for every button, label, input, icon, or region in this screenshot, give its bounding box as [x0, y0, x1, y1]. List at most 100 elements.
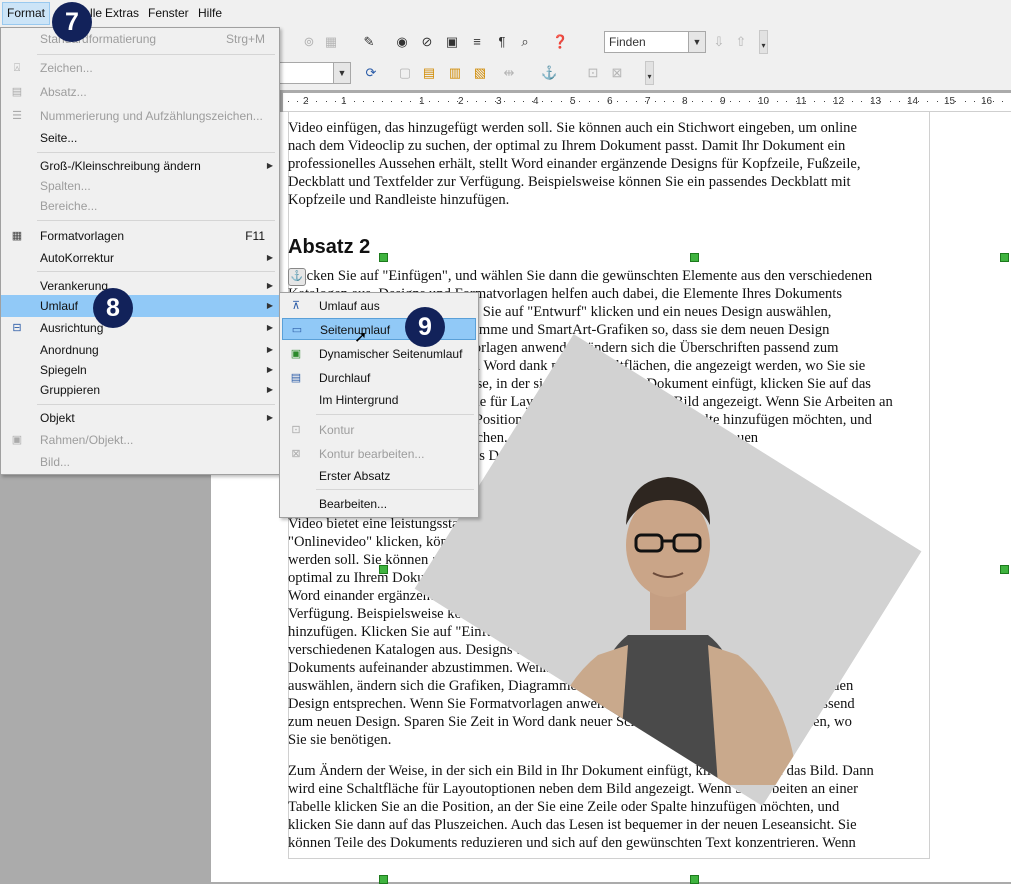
- align-icon: ⊟: [12, 322, 22, 334]
- ruler-dot: [363, 101, 364, 102]
- text-line: Zum Ändern der Weise, in der sich ein Bi…: [288, 763, 874, 779]
- menu-item-umlauf-aus[interactable]: ⊼ Umlauf aus: [280, 295, 478, 317]
- paragraph-1[interactable]: Video einfügen, das hinzugefügt werden s…: [288, 119, 933, 209]
- menu-item-dynamischer-seitenumlauf[interactable]: ▣ Dynamischer Seitenumlauf: [280, 343, 478, 365]
- menu-item-durchlauf[interactable]: ▤ Durchlauf: [280, 367, 478, 389]
- menu-item-zeichen[interactable]: ⍓ Zeichen...: [1, 57, 279, 79]
- bring-forward-icon[interactable]: ▤: [421, 65, 437, 81]
- binoculars-icon[interactable]: ◉: [394, 34, 410, 50]
- menu-item-im-hintergrund[interactable]: Im Hintergrund: [280, 389, 478, 411]
- formatting-marks-icon[interactable]: ¶: [494, 34, 510, 50]
- ruler-dot: [965, 101, 966, 102]
- menu-format[interactable]: Format: [2, 2, 51, 25]
- menu-fenster[interactable]: Fenster: [148, 6, 189, 20]
- contour-icon[interactable]: ⊡: [585, 65, 601, 81]
- find-input[interactable]: Finden: [609, 35, 646, 49]
- arrow-up-icon[interactable]: ⇧: [733, 34, 749, 50]
- ruler-dot: [551, 101, 552, 102]
- submenu-arrow-icon: ▶: [266, 253, 273, 262]
- menu-item-autokorrektur[interactable]: AutoKorrektur ▶: [1, 247, 279, 269]
- database-icon[interactable]: ≡: [469, 34, 485, 50]
- selection-handle[interactable]: [690, 875, 699, 884]
- link-frames-icon[interactable]: ⇹: [501, 65, 517, 81]
- toolbar-overflow-icon[interactable]: ▾: [759, 30, 768, 54]
- text-line: wird eine Schaltfläche für Layoutoptione…: [288, 781, 858, 797]
- help-icon[interactable]: ❓: [552, 34, 568, 50]
- edit-contour-icon[interactable]: ⊠: [609, 65, 625, 81]
- submenu-arrow-icon: ▶: [266, 281, 273, 290]
- ruler-dot: [692, 101, 693, 102]
- ruler-dot: [429, 101, 430, 102]
- wrap-icon[interactable]: ⟳: [363, 65, 379, 81]
- frame-icon: ▣: [11, 434, 23, 446]
- ruler-dot: [1002, 101, 1003, 102]
- menu-item-ausrichtung[interactable]: ⊟ Ausrichtung ▶: [1, 317, 279, 339]
- menu-item-erster-absatz[interactable]: Erster Absatz: [280, 465, 478, 487]
- selection-handle[interactable]: [1000, 565, 1009, 574]
- horizontal-ruler[interactable]: 2112345678910111213141516: [283, 93, 1011, 112]
- selection-handle[interactable]: [690, 253, 699, 262]
- ruler-dot: [335, 101, 336, 102]
- chevron-down-icon[interactable]: ▼: [333, 63, 350, 83]
- menu-item-anordnung[interactable]: Anordnung ▶: [1, 339, 279, 361]
- menu-item-kontur-bearbeiten[interactable]: ⊠ Kontur bearbeiten...: [280, 443, 478, 465]
- ruler-dot: [410, 101, 411, 102]
- hyperlink-icon[interactable]: ⊚: [301, 34, 317, 50]
- selection-handle[interactable]: [379, 875, 388, 884]
- ruler-dot: [617, 101, 618, 102]
- menu-item-rahmen-objekt[interactable]: ▣ Rahmen/Objekt...: [1, 429, 279, 451]
- ruler-dot: [673, 101, 674, 102]
- menu-item-gruppieren[interactable]: Gruppieren ▶: [1, 379, 279, 401]
- paragraph-icon: ▤: [11, 86, 23, 98]
- anchor-marker-icon[interactable]: ⚓: [288, 268, 306, 286]
- menu-item-umlauf[interactable]: Umlauf ▶: [1, 295, 279, 317]
- menu-item-nummerierung[interactable]: ☰ Nummerierung und Aufzählungszeichen...: [1, 105, 279, 127]
- menu-item-seite[interactable]: Seite...: [1, 127, 279, 149]
- menu-item-kontur[interactable]: ⊡ Kontur: [280, 419, 478, 441]
- edit-contour-icon: ⊠: [291, 448, 301, 460]
- menu-item-objekt[interactable]: Objekt ▶: [1, 407, 279, 429]
- menu-extras[interactable]: Extras: [105, 6, 139, 20]
- arrow-down-icon[interactable]: ⇩: [711, 34, 727, 50]
- gallery-icon[interactable]: ▣: [444, 34, 460, 50]
- selection-handle[interactable]: [1000, 253, 1009, 262]
- ruler-dot: [448, 101, 449, 102]
- page-icon[interactable]: ▢: [397, 65, 413, 81]
- text-line: nach dem Videoclip zu suchen, der optima…: [288, 138, 846, 154]
- ruler-dot: [749, 101, 750, 102]
- navigator-icon[interactable]: ⊘: [419, 34, 435, 50]
- format-menu: Standardformatierung Strg+M ⍓ Zeichen...…: [0, 27, 280, 475]
- find-combo[interactable]: Finden ▼: [604, 31, 706, 53]
- zoom-icon[interactable]: ⌕: [517, 34, 533, 50]
- menu-item-gross-klein[interactable]: Groß-/Kleinschreibung ändern ▶: [1, 155, 279, 177]
- menu-item-standardformatierung[interactable]: Standardformatierung Strg+M: [1, 28, 279, 50]
- menu-item-bearbeiten[interactable]: Bearbeiten...: [280, 493, 478, 515]
- draw-icon[interactable]: ✎: [361, 34, 377, 50]
- arrange-icon[interactable]: ▧: [472, 65, 488, 81]
- anchor-icon[interactable]: ⚓: [541, 65, 557, 81]
- menu-item-verankerung[interactable]: Verankerung ▶: [1, 275, 279, 297]
- menu-item-spalten[interactable]: Spalten...: [1, 175, 279, 197]
- heading-absatz-2[interactable]: Absatz 2: [288, 236, 370, 259]
- selection-handle[interactable]: [379, 565, 388, 574]
- menu-item-seitenumlauf[interactable]: ▭ Seitenumlauf: [282, 318, 476, 340]
- ruler-dot: [307, 101, 308, 102]
- menu-item-formatvorlagen[interactable]: ▦ Formatvorlagen F11: [1, 225, 279, 247]
- menu-hilfe[interactable]: Hilfe: [198, 6, 222, 20]
- menu-item-absatz[interactable]: ▤ Absatz...: [1, 81, 279, 103]
- ruler-dot: [805, 101, 806, 102]
- menu-item-bild[interactable]: Bild...: [1, 451, 279, 473]
- menu-item-bereiche[interactable]: Bereiche...: [1, 195, 279, 217]
- send-backward-icon[interactable]: ▥: [447, 65, 463, 81]
- chevron-down-icon[interactable]: ▼: [688, 32, 705, 52]
- menu-item-spiegeln[interactable]: Spiegeln ▶: [1, 359, 279, 381]
- ruler-dot: [890, 101, 891, 102]
- table-icon[interactable]: ▦: [323, 34, 339, 50]
- style-combo[interactable]: ▼: [279, 62, 351, 84]
- ruler-dot: [880, 101, 881, 102]
- ruler-dot: [401, 101, 402, 102]
- toolbar-overflow-icon[interactable]: ▾: [645, 61, 654, 85]
- selection-handle[interactable]: [379, 253, 388, 262]
- step-badge-8: 8: [93, 288, 133, 328]
- paragraph-4[interactable]: Zum Ändern der Weise, in der sich ein Bi…: [288, 762, 933, 852]
